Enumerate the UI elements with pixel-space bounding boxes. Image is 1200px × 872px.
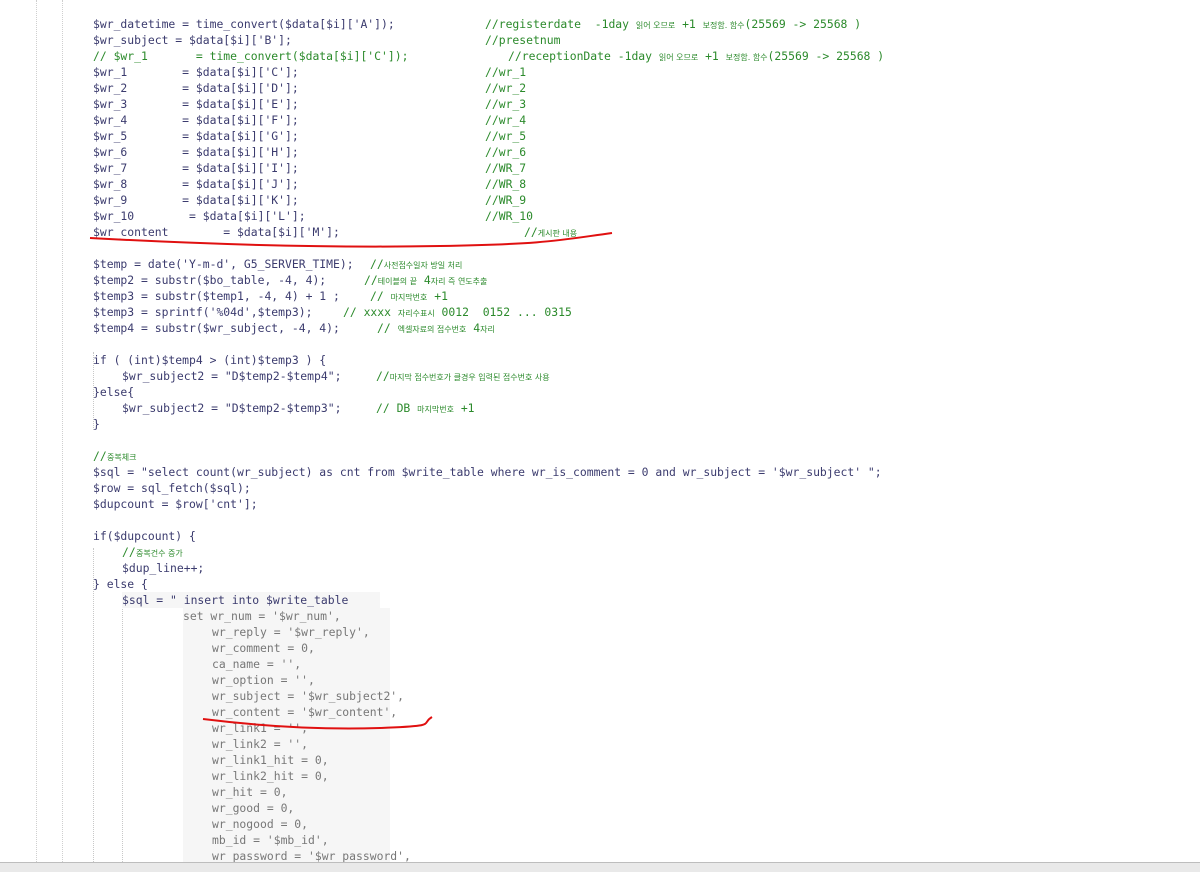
code-line[interactable]: wr_subject = '$wr_subject2', xyxy=(212,688,404,704)
code-line[interactable]: $wr_4 = $data[$i]['F']; xyxy=(93,112,299,128)
code-line[interactable]: $temp2 = substr($bo_table, -4, 4); xyxy=(93,272,326,288)
code-line[interactable]: $dupcount = $row['cnt']; xyxy=(93,496,258,512)
code-comment: //wr_1 xyxy=(485,65,527,79)
code-comment: //WR_7 xyxy=(485,161,527,175)
code-comment: // 마지막번호 +1 xyxy=(370,289,448,303)
code-line[interactable]: $wr_5 = $data[$i]['G']; xyxy=(93,128,299,144)
code-line[interactable]: wr_good = 0, xyxy=(212,800,294,816)
code-line[interactable]: $temp3 = substr($temp1, -4, 4) + 1 ; xyxy=(93,288,340,304)
code-comment: //wr_3 xyxy=(485,97,527,111)
code-line[interactable]: $wr_1 = $data[$i]['C']; xyxy=(93,64,299,80)
code-comment: //게시판 내용 xyxy=(524,225,578,239)
code-line[interactable]: ca_name = '', xyxy=(212,656,301,672)
code-line[interactable]: $temp4 = substr($wr_subject, -4, 4); xyxy=(93,320,340,336)
code-line[interactable]: $temp = date('Y-m-d', G5_SERVER_TIME); xyxy=(93,256,354,272)
code-comment: //마지막 접수번호가 클경우 입력된 접수번호 사용 xyxy=(376,369,550,383)
code-line[interactable]: set wr_num = '$wr_num', xyxy=(183,608,341,624)
code-comment: //receptionDate -1day 읽어 오므로 +1 보정함. 함수(… xyxy=(508,49,885,63)
code-line[interactable]: wr_link1 = '', xyxy=(212,720,308,736)
line-gutter xyxy=(0,0,62,862)
code-comment: //wr_6 xyxy=(485,145,527,159)
code-line[interactable]: // xyxy=(122,544,136,560)
code-comment: // DB 마지막번호 +1 xyxy=(376,401,475,415)
code-line[interactable]: $wr_datetime = time_convert($data[$i]['A… xyxy=(93,16,395,32)
code-line[interactable]: } else { xyxy=(93,576,148,592)
code-comment: //presetnum xyxy=(485,33,561,47)
code-comment: //WR_9 xyxy=(485,193,527,207)
code-comment: //WR_8 xyxy=(485,177,527,191)
code-line[interactable]: $wr_6 = $data[$i]['H']; xyxy=(93,144,299,160)
code-line[interactable]: if($dupcount) { xyxy=(93,528,196,544)
code-line[interactable]: $wr_3 = $data[$i]['E']; xyxy=(93,96,299,112)
indent-guide xyxy=(122,596,123,862)
code-line[interactable]: wr_link2_hit = 0, xyxy=(212,768,329,784)
code-comment: //wr_5 xyxy=(485,129,527,143)
code-comment: //registerdate -1day 읽어 오므로 +1 보정함. 함수(2… xyxy=(485,17,862,31)
code-line[interactable]: wr_password = '$wr_password', xyxy=(212,848,411,862)
code-line[interactable]: wr_nogood = 0, xyxy=(212,816,308,832)
code-line[interactable]: }else{ xyxy=(93,384,134,400)
code-comment: //wr_4 xyxy=(485,113,527,127)
code-comment: // 엑셀자료의 접수번호 4자리 xyxy=(377,321,495,335)
code-line[interactable]: // xyxy=(93,448,107,464)
code-line[interactable]: $wr_2 = $data[$i]['D']; xyxy=(93,80,299,96)
code-line[interactable]: $row = sql_fetch($sql); xyxy=(93,480,251,496)
indent-guide xyxy=(36,0,37,862)
indent-guide xyxy=(62,0,63,862)
code-line[interactable]: $wr_content = $data[$i]['M']; xyxy=(93,224,340,240)
code-line[interactable]: $wr_10 = $data[$i]['L']; xyxy=(93,208,306,224)
code-comment: 중복체크 xyxy=(107,453,137,462)
code-line[interactable]: wr_link1_hit = 0, xyxy=(212,752,329,768)
indent-guide xyxy=(93,548,94,862)
code-line[interactable]: wr_content = '$wr_content', xyxy=(212,704,397,720)
code-line[interactable]: wr_link2 = '', xyxy=(212,736,308,752)
code-line[interactable]: // $wr_1 = time_convert($data[$i]['C']); xyxy=(93,48,408,64)
code-comment: 중복건수 증가 xyxy=(136,549,183,558)
code-line[interactable]: if ( (int)$temp4 > (int)$temp3 ) { xyxy=(93,352,326,368)
code-line[interactable]: $wr_7 = $data[$i]['I']; xyxy=(93,160,299,176)
code-comment: //WR_10 xyxy=(485,209,534,223)
code-line[interactable]: mb_id = '$mb_id', xyxy=(212,832,329,848)
code-line[interactable]: $wr_subject = $data[$i]['B']; xyxy=(93,32,292,48)
code-line[interactable]: } xyxy=(93,416,100,432)
code-comment: // xxxx 자리수표시 0012 0152 ... 0315 xyxy=(343,305,572,319)
code-comment: //사전접수일자 방일 처리 xyxy=(370,257,463,271)
code-line[interactable]: $sql = " insert into $write_table xyxy=(122,592,348,608)
code-line[interactable]: $wr_subject2 = "D$temp2-$temp4"; xyxy=(122,368,341,384)
code-line[interactable]: wr_hit = 0, xyxy=(212,784,287,800)
code-line[interactable]: $temp3 = sprintf('%04d',$temp3); xyxy=(93,304,312,320)
code-comment: //wr_2 xyxy=(485,81,527,95)
code-comment: //테이블의 끝 4자리 즉 연도추출 xyxy=(364,273,488,287)
code-line[interactable]: $dup_line++; xyxy=(122,560,204,576)
code-line[interactable]: $wr_8 = $data[$i]['J']; xyxy=(93,176,299,192)
code-line[interactable]: $wr_subject2 = "D$temp2-$temp3"; xyxy=(122,400,341,416)
code-line[interactable]: $wr_9 = $data[$i]['K']; xyxy=(93,192,299,208)
code-line[interactable]: $sql = "select count(wr_subject) as cnt … xyxy=(93,464,882,480)
code-line[interactable]: wr_comment = 0, xyxy=(212,640,315,656)
code-line[interactable]: wr_reply = '$wr_reply', xyxy=(212,624,370,640)
code-line[interactable]: wr_option = '', xyxy=(212,672,315,688)
code-editor[interactable]: $wr_datetime = time_convert($data[$i]['A… xyxy=(0,0,1200,862)
